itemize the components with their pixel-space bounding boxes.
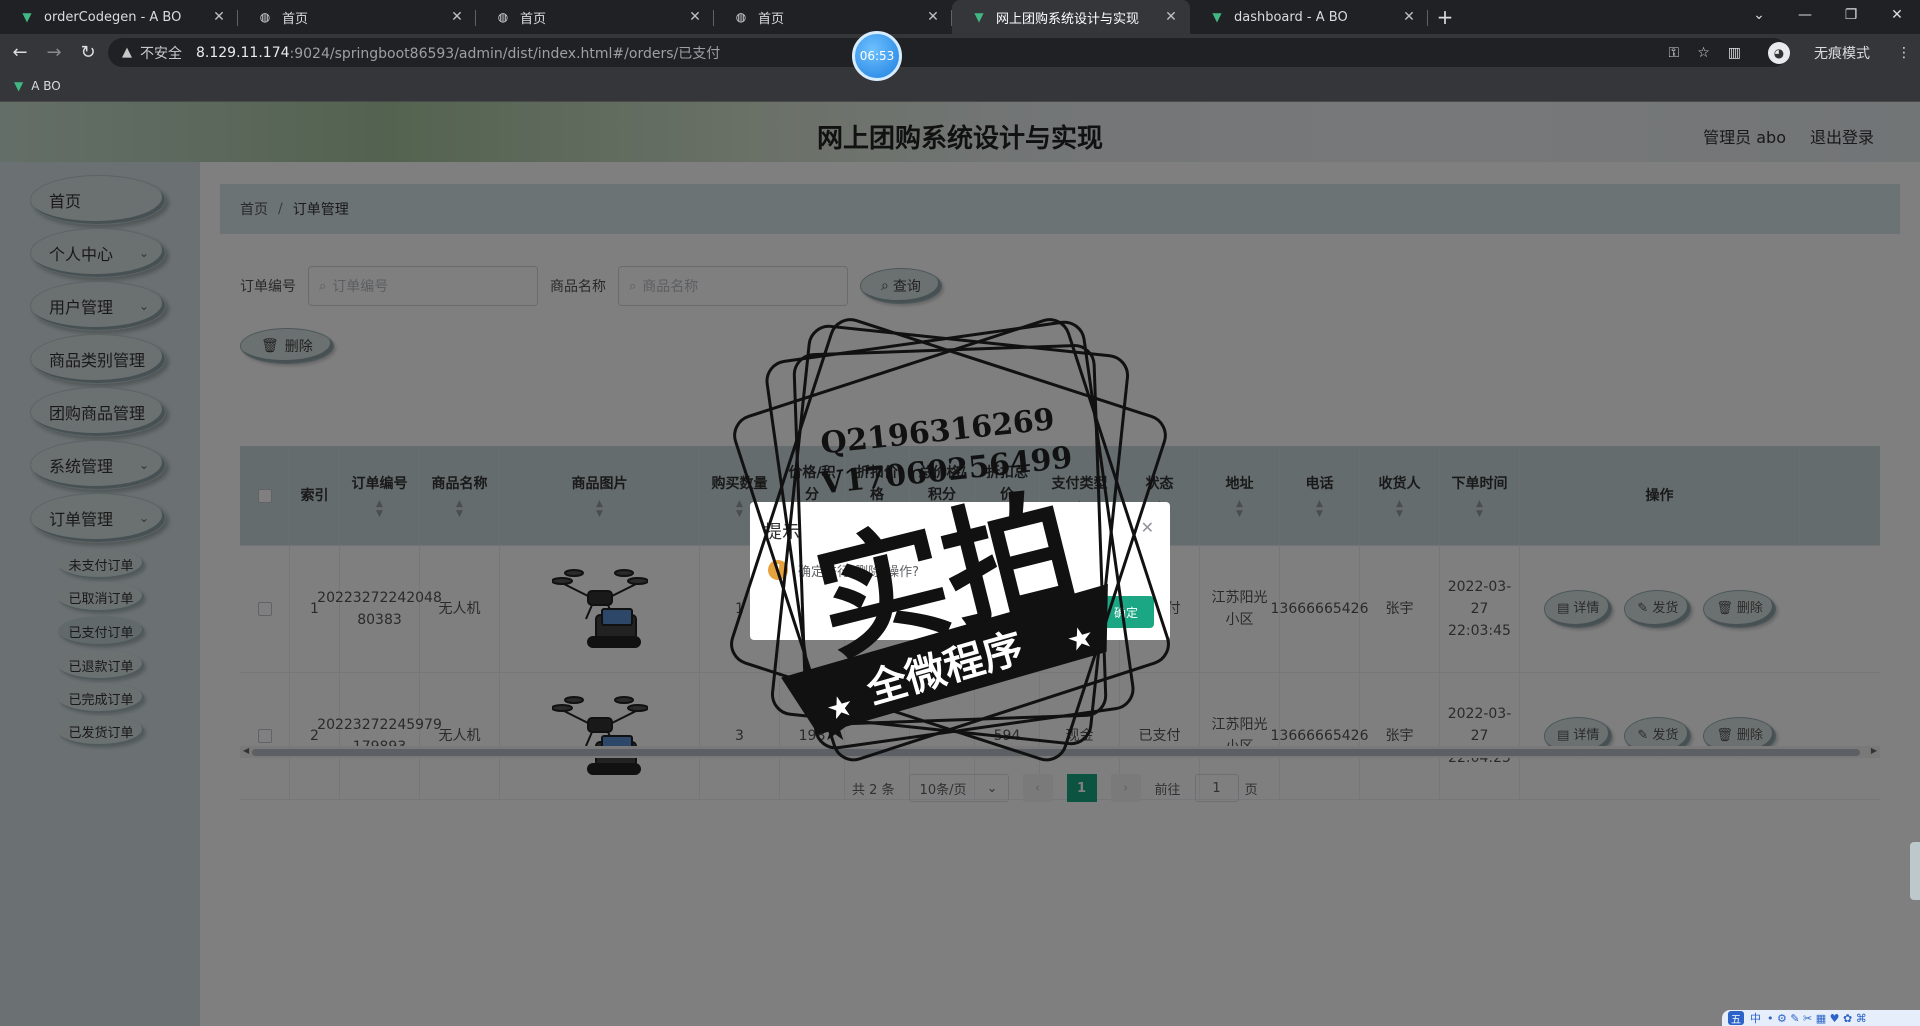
dialog-message-text: 确定进行[删除]操作? bbox=[798, 564, 920, 580]
tab-divider bbox=[1427, 10, 1428, 26]
key-icon[interactable]: ⚿ bbox=[1669, 45, 1680, 61]
globe-icon: ◍ bbox=[497, 10, 509, 24]
incognito-label: 无痕模式 bbox=[1814, 45, 1870, 62]
back-icon[interactable]: ← bbox=[6, 42, 34, 63]
browser-tab-bar: ▼ orderCodegen - A BO ✕ ◍ 首页 ✕ ◍ 首页 ✕ ◍ 首页 ✕ ▼ 网上团购系统… bbox=[0, 0, 1920, 34]
browser-tab[interactable]: ▼ dashboard - A BO ✕ bbox=[1190, 0, 1428, 34]
insecure-label: 不安全 bbox=[140, 45, 182, 62]
url-field[interactable]: ▲ 不安全 8.129.11.174 :9024/springboot86593… bbox=[108, 38, 1788, 67]
tab-close-icon[interactable]: ✕ bbox=[686, 9, 704, 25]
vue-icon: ▼ bbox=[1212, 10, 1222, 24]
browser-tab[interactable]: ◍ 首页 ✕ bbox=[238, 0, 476, 34]
url-path: :9024/springboot86593/admin/dist/index.h… bbox=[289, 45, 721, 62]
browser-tab[interactable]: ▼ 网上团购系统设计与实现 ✕ bbox=[952, 0, 1190, 34]
tab-title: 首页 bbox=[758, 11, 785, 27]
side-scroll-handle[interactable] bbox=[1910, 842, 1920, 900]
incognito-icon: ◕ bbox=[1768, 41, 1790, 64]
dialog-title: 提示 bbox=[764, 522, 800, 543]
ime-settings-icon: • ⚙ ✎ ✂ ▦ ♥ ✿ ⌘ bbox=[1767, 1011, 1867, 1025]
tab-close-icon[interactable]: ✕ bbox=[210, 9, 228, 25]
ime-mode: 中 bbox=[1750, 1012, 1761, 1025]
restore-icon[interactable]: ❐ bbox=[1828, 0, 1874, 30]
ime-logo-icon: 五 bbox=[1728, 1011, 1744, 1026]
globe-icon: ◍ bbox=[259, 10, 271, 24]
new-tab-icon[interactable]: + bbox=[1428, 0, 1462, 34]
tab-title: 网上团购系统设计与实现 bbox=[996, 11, 1140, 27]
star-icon[interactable]: ☆ bbox=[1697, 45, 1710, 61]
close-window-icon[interactable]: ✕ bbox=[1874, 0, 1920, 30]
tab-close-icon[interactable]: ✕ bbox=[1400, 9, 1418, 25]
tab-title: 首页 bbox=[520, 11, 547, 27]
warning-icon: ▲ bbox=[122, 45, 132, 60]
tab-close-icon[interactable]: ✕ bbox=[1162, 9, 1180, 25]
browser-tab[interactable]: ▼ orderCodegen - A BO ✕ bbox=[0, 0, 238, 34]
dialog-message: ! 确定进行[删除]操作? bbox=[768, 560, 919, 580]
bookmark-item[interactable]: A BO bbox=[31, 79, 61, 93]
vue-icon: ▼ bbox=[974, 10, 984, 24]
tab-title: orderCodegen - A BO bbox=[44, 9, 182, 25]
browser-tab[interactable]: ◍ 首页 ✕ bbox=[714, 0, 952, 34]
tab-search-icon[interactable]: ⌄ bbox=[1736, 0, 1782, 30]
ime-toolbar[interactable]: 五 中 • ⚙ ✎ ✂ ▦ ♥ ✿ ⌘ bbox=[1722, 1010, 1920, 1026]
vue-icon: ▼ bbox=[22, 10, 32, 24]
dialog-ok-button[interactable]: 确定 bbox=[1097, 596, 1154, 628]
address-bar: ← → ↻ ▲ 不安全 8.129.11.174 :9024/springboo… bbox=[0, 34, 1920, 71]
url-host: 8.129.11.174 bbox=[196, 44, 290, 61]
confirm-dialog: 提示 ✕ ! 确定进行[删除]操作? 取消 确定 bbox=[750, 502, 1170, 640]
minimize-icon[interactable]: — bbox=[1782, 0, 1828, 30]
tab-close-icon[interactable]: ✕ bbox=[924, 9, 942, 25]
sidepanel-icon[interactable]: ▥ bbox=[1728, 45, 1741, 61]
browser-tab[interactable]: ◍ 首页 ✕ bbox=[476, 0, 714, 34]
tab-title: dashboard - A BO bbox=[1234, 9, 1348, 25]
bookmarks-bar: ▼ A BO bbox=[0, 71, 1920, 102]
reload-icon[interactable]: ↻ bbox=[74, 42, 102, 63]
tab-close-icon[interactable]: ✕ bbox=[448, 9, 466, 25]
recording-timer: 06:53 bbox=[852, 31, 902, 81]
dialog-cancel-button[interactable]: 取消 bbox=[1011, 596, 1070, 628]
forward-icon[interactable]: → bbox=[40, 42, 68, 63]
window-controls: ⌄ — ❐ ✕ bbox=[1736, 0, 1920, 30]
incognito-indicator[interactable]: ◕ 无痕模式 bbox=[1759, 41, 1879, 64]
close-icon[interactable]: ✕ bbox=[1141, 518, 1154, 537]
menu-icon[interactable]: ⋮ bbox=[1897, 45, 1911, 61]
vue-icon: ▼ bbox=[14, 79, 24, 93]
warning-icon: ! bbox=[768, 560, 788, 580]
tab-title: 首页 bbox=[282, 11, 309, 27]
globe-icon: ◍ bbox=[735, 10, 747, 24]
